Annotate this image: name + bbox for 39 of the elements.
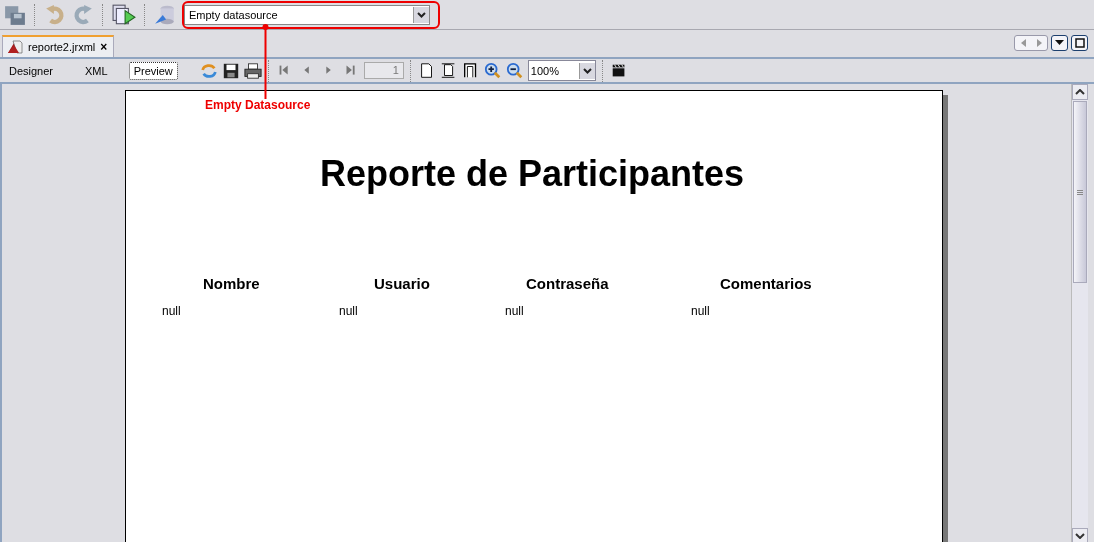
grip-icon	[1077, 189, 1083, 195]
field-value: null	[339, 304, 359, 318]
tab-title: reporte2.jrxml	[28, 41, 96, 53]
scroll-down-icon[interactable]	[1075, 533, 1085, 539]
annotation-label: Empty Datasource	[205, 98, 311, 112]
column-header: Comentarios	[720, 275, 813, 292]
print-icon[interactable]	[243, 61, 262, 80]
field-value: null	[505, 304, 525, 318]
view-tab[interactable]: XML	[80, 61, 113, 80]
save-all-icon[interactable]	[4, 3, 26, 26]
database-icon[interactable]	[154, 3, 176, 26]
left-arrow-icon	[1020, 39, 1026, 47]
zoom-out-icon[interactable]	[505, 61, 524, 80]
right-arrow-icon	[1036, 39, 1042, 47]
save-icon[interactable]	[221, 61, 240, 80]
caret-icon	[582, 67, 592, 74]
scroll-up-icon[interactable]	[1075, 89, 1085, 95]
zoom-in-icon[interactable]	[483, 61, 502, 80]
run-report-icon[interactable]	[112, 3, 136, 26]
report-title: Reporte de Participantes	[318, 153, 746, 195]
field-value: null	[162, 304, 182, 318]
column-header: Nombre	[203, 275, 261, 292]
square-icon	[1074, 38, 1085, 48]
caret-icon	[417, 11, 426, 18]
report-file-icon	[7, 40, 23, 54]
zoom-dropdown[interactable]: 100%	[527, 60, 596, 81]
column-header: Usuario	[374, 275, 431, 292]
maximize-button[interactable]	[1071, 35, 1088, 51]
caret-icon	[1055, 40, 1064, 46]
view-tab[interactable]: Designer	[4, 61, 59, 80]
field-value: null	[691, 304, 711, 318]
vertical-scrollbar[interactable]	[1071, 84, 1088, 542]
datasource-dropdown[interactable]: Empty datasource	[184, 4, 430, 25]
dropdown-button[interactable]	[1051, 35, 1068, 51]
column-header: Contraseña	[526, 275, 610, 292]
editor-tab[interactable]: reporte2.jrxml ×	[2, 35, 115, 57]
view-tab[interactable]: Preview	[128, 61, 178, 80]
close-button[interactable]: ×	[100, 40, 108, 54]
page-number-field[interactable]: 1	[363, 62, 404, 79]
